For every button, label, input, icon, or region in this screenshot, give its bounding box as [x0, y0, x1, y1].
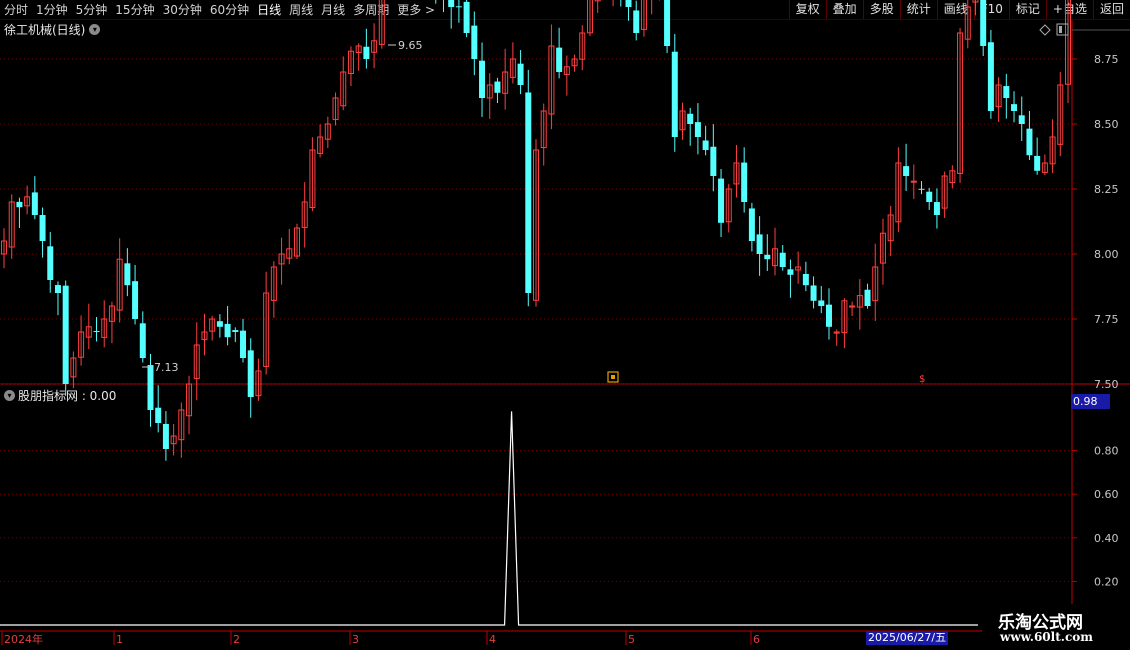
candle-body [1026, 128, 1033, 156]
candle-body [448, 0, 455, 7]
candle-body [62, 285, 69, 384]
candle-body [764, 254, 771, 260]
indicator-title: 股朋指标网 : 0.00 [18, 389, 117, 403]
s-marker-icon: $ [919, 374, 925, 385]
candle-body [664, 0, 671, 46]
candle-body [1034, 155, 1041, 171]
date-label: 4 [489, 633, 496, 646]
square-marker-dot [611, 375, 615, 379]
candle-body [363, 46, 370, 59]
candle-body [139, 323, 146, 358]
candle-body [779, 252, 786, 267]
price-tick-label: 8.00 [1094, 248, 1119, 261]
candle-body [54, 285, 61, 293]
candle-body [216, 321, 223, 327]
candle-body [864, 289, 871, 306]
indicator-value-badge: 0.98 [1071, 394, 1110, 409]
price-tick-label: 7.50 [1094, 378, 1119, 391]
candle-body [926, 191, 933, 202]
candle-body [718, 178, 725, 223]
candle-body [471, 25, 478, 59]
candle-body [556, 47, 563, 72]
candle-body [463, 1, 470, 34]
candle-body [918, 188, 925, 190]
price-tick-label: 9.00 [1094, 0, 1119, 1]
candle-body [694, 122, 701, 137]
price-tick-label: 7.75 [1094, 313, 1119, 326]
candle-body [494, 81, 501, 93]
candle-body [1011, 104, 1018, 111]
candle-body [625, 0, 632, 7]
price-tick-label: 8.25 [1094, 183, 1119, 196]
high-price-label: 9.65 [398, 39, 423, 52]
candle-body [710, 146, 717, 176]
watermark-url: www.60lt.com [1000, 630, 1093, 644]
indicator-title-bar: ▾ 股朋指标网 : 0.00 [4, 387, 116, 404]
date-label: 5 [628, 633, 635, 646]
candle-body [818, 300, 825, 306]
candle-body [162, 423, 169, 449]
candle-body [987, 42, 994, 111]
chevron-down-icon[interactable]: ▾ [4, 390, 15, 401]
current-date-badge: 2025/06/27/五 [866, 631, 949, 645]
candle-body [1018, 115, 1025, 124]
chevron-down-icon[interactable]: ▾ [89, 24, 101, 35]
price-tick-label: 8.50 [1094, 118, 1119, 131]
candle-body [479, 60, 486, 98]
diamond-icon [1039, 24, 1051, 36]
indicator-tick-label: 0.80 [1094, 445, 1119, 458]
candle-body [687, 113, 694, 124]
date-label: 6 [753, 633, 760, 646]
candle-body [910, 180, 917, 183]
candle-body [232, 330, 239, 332]
candle-body [825, 304, 832, 327]
stock-title: 徐工机械(日线) [4, 23, 86, 37]
panel-icon [1056, 23, 1069, 36]
candle-body [933, 202, 940, 215]
panel-icon-bar [1059, 26, 1062, 33]
price-tick-label: 8.75 [1094, 53, 1119, 66]
candle-body [802, 273, 809, 286]
date-label: 2024年 [4, 632, 43, 646]
candle-body [633, 10, 640, 33]
candle-body [247, 350, 254, 397]
candle-body [147, 365, 154, 410]
candle-body [1003, 86, 1010, 98]
date-label: 3 [352, 633, 359, 646]
candle-body [16, 201, 23, 208]
indicator-tick-label: 0.20 [1094, 575, 1119, 588]
candlestick-chart[interactable]: 9.509.259.008.758.508.258.007.757.500.80… [0, 0, 1130, 650]
date-label: 2 [233, 633, 240, 646]
candle-body [810, 285, 817, 301]
indicator-tick-label: 0.40 [1094, 532, 1119, 545]
candle-body [980, 0, 987, 46]
candle-body [93, 330, 100, 332]
candle-body [47, 246, 54, 280]
low-price-label: 7.13 [154, 361, 179, 374]
watermark: 乐淘公式网 www.60lt.com [982, 604, 1130, 650]
candle-body [671, 51, 678, 137]
indicator-line [0, 411, 978, 626]
candle-body [124, 263, 131, 286]
candle-body [702, 140, 709, 150]
candle-body [155, 407, 162, 423]
date-label: 1 [116, 633, 123, 646]
candle-body [756, 234, 763, 254]
candle-body [455, 6, 462, 8]
candle-body [525, 92, 532, 294]
candle-body [31, 192, 38, 215]
candle-body [748, 208, 755, 241]
chart-title-bar: 徐工机械(日线) ▾ [4, 21, 101, 38]
candle-body [903, 166, 910, 176]
indicator-tick-label: 0.60 [1094, 488, 1119, 501]
candle-body [517, 63, 524, 85]
candle-body [39, 215, 46, 241]
candle-body [224, 323, 231, 338]
candle-body [132, 281, 139, 319]
candle-body [787, 269, 794, 275]
candle-body [741, 162, 748, 202]
candle-body [240, 330, 247, 358]
